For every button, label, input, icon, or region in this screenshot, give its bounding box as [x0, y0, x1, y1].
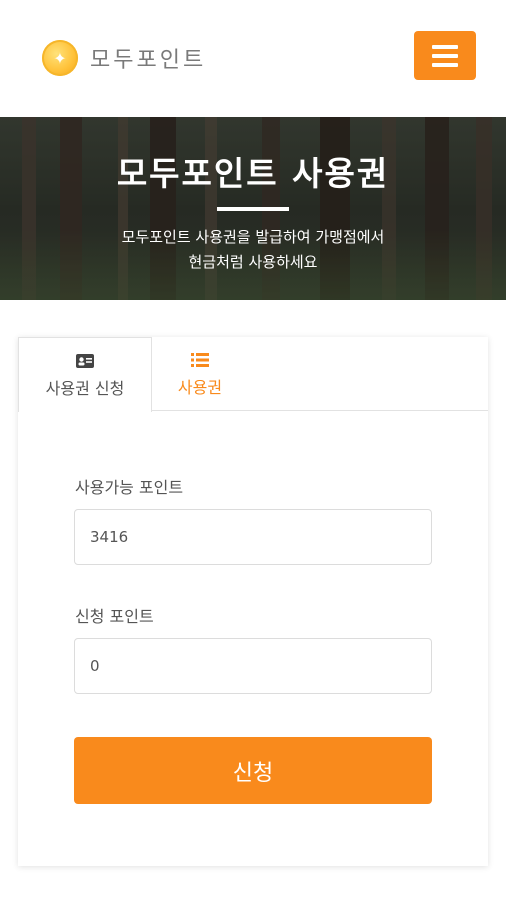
title-divider — [217, 207, 289, 211]
hamburger-menu-icon — [432, 44, 458, 49]
id-card-icon — [76, 354, 94, 368]
list-icon — [191, 353, 209, 367]
page-title: 모두포인트 사용권 — [116, 154, 390, 193]
tab-label: 사용권 신청 — [45, 379, 125, 398]
tab-voucher[interactable]: 사용권 — [152, 337, 248, 412]
hero-subtitle: 모두포인트 사용권을 발급하여 가맹점에서 현금처럼 사용하세요 — [121, 228, 385, 271]
coin-icon: ✦ — [42, 40, 78, 76]
available-points-label: 사용가능 포인트 — [75, 478, 184, 497]
request-points-field[interactable] — [74, 638, 432, 694]
app-header: ✦ 모두포인트 — [0, 0, 506, 117]
tab-voucher-request[interactable]: 사용권 신청 — [18, 337, 152, 412]
available-points-field[interactable] — [74, 509, 432, 565]
tab-label: 사용권 — [177, 378, 223, 397]
form-card: 사용권 신청 사용권 사용가능 포인트 신청 포인트 신청 — [18, 337, 488, 866]
logo-text: 모두포인트 — [90, 48, 207, 73]
hero-banner: 모두포인트 사용권 모두포인트 사용권을 발급하여 가맹점에서 현금처럼 사용하… — [0, 117, 506, 300]
menu-button[interactable] — [414, 31, 476, 80]
submit-button[interactable]: 신청 — [74, 737, 432, 804]
logo[interactable]: ✦ 모두포인트 — [42, 40, 206, 76]
request-points-label: 신청 포인트 — [75, 607, 154, 626]
tab-bar: 사용권 신청 사용권 — [18, 337, 488, 412]
